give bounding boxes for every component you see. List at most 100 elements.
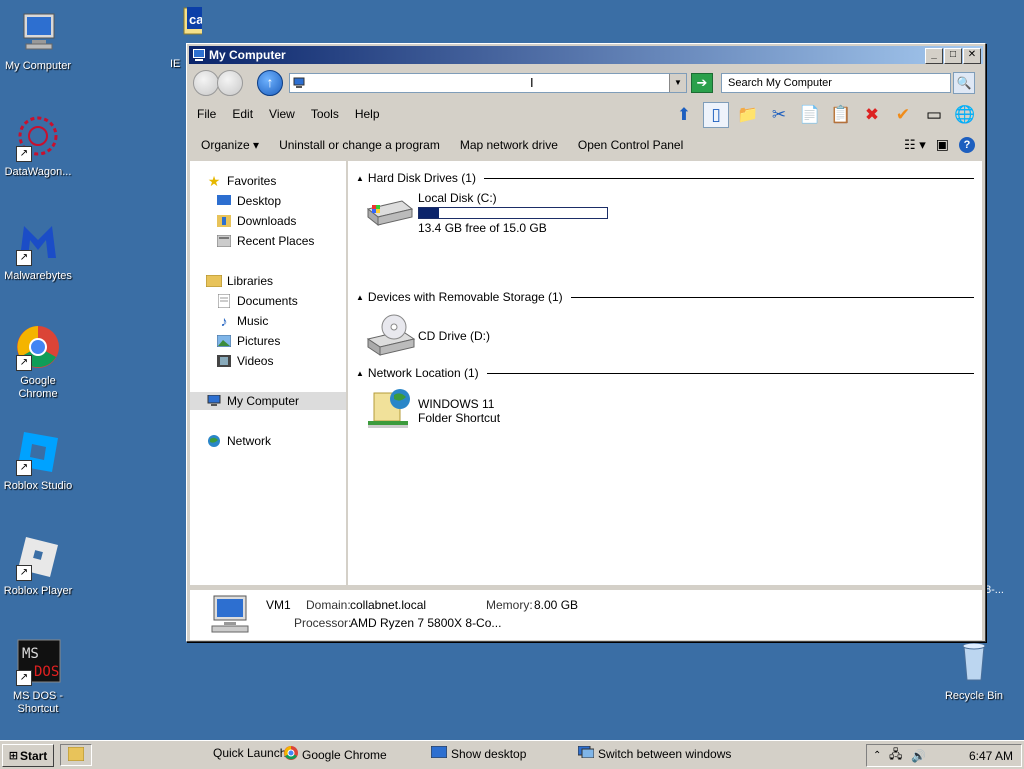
maximize-button[interactable]: □ [944, 48, 962, 64]
nav-libraries[interactable]: Libraries [206, 272, 362, 290]
drive-usage-bar [418, 207, 608, 219]
nav-label: Music [237, 314, 269, 328]
computer-icon [14, 8, 62, 56]
desktop-icon-my-computer[interactable]: My Computer [0, 8, 76, 73]
up-folder-button[interactable]: ↑ [257, 70, 283, 96]
roblox-player-icon: ↗ [14, 533, 62, 581]
minimize-button[interactable]: _ [925, 48, 943, 64]
pictures-icon [216, 333, 232, 349]
search-input[interactable]: Search My Computer [721, 73, 951, 93]
folder-options-icon[interactable]: 📁 [736, 103, 760, 127]
desktop-icon-recycle-bin[interactable]: Recycle Bin [936, 638, 1012, 703]
organize-button[interactable]: Organize ▾ [201, 138, 259, 152]
drive-c[interactable]: Local Disk (C:) 13.4 GB free of 15.0 GB [366, 191, 626, 235]
go-button[interactable]: ➔ [691, 73, 713, 93]
nav-label: Documents [237, 294, 298, 308]
text-cursor-icon: I [530, 75, 534, 90]
drive-free-space: 13.4 GB free of 15.0 GB [418, 221, 547, 235]
checkmark-icon[interactable]: ✔ [891, 103, 915, 127]
group-header-removable-storage[interactable]: ▲ Devices with Removable Storage (1) [356, 289, 974, 305]
datawagon-icon: ↗ [14, 114, 62, 162]
tray-expand-icon[interactable]: ⌃ [873, 750, 881, 761]
desktop-icon-ms-dos[interactable]: MS DOS ↗ MS DOS - Shortcut [0, 638, 76, 716]
view-options-icon[interactable]: ☷ ▾ [904, 137, 926, 153]
ms-dos-icon: MS DOS ↗ [14, 638, 62, 686]
documents-icon [216, 293, 232, 309]
menu-edit[interactable]: Edit [232, 107, 253, 121]
memory-value: 8.00 GB [534, 598, 579, 612]
computer-name: VM1 [266, 598, 291, 612]
nav-network[interactable]: Network [206, 432, 362, 450]
desktop-icon-roblox-player[interactable]: ↗ Roblox Player [0, 533, 76, 598]
menu-bar: File Edit View Tools Help [189, 102, 388, 126]
close-button[interactable]: ✕ [963, 48, 981, 64]
computer-icon [192, 48, 206, 62]
show-desktop-icon [430, 745, 448, 761]
cd-drive-icon [366, 313, 416, 362]
command-bar: Organize ▾ Uninstall or change a program… [189, 132, 983, 158]
cut-icon[interactable]: ✂ [767, 103, 791, 127]
group-divider [486, 372, 974, 374]
taskbar-item-label: Show desktop [451, 746, 527, 761]
menu-help[interactable]: Help [355, 107, 380, 121]
shortcut-arrow-icon: ↗ [16, 355, 32, 371]
clock[interactable]: 6:47 AM [969, 749, 1013, 763]
start-button[interactable]: ⊞ Start [2, 744, 54, 767]
collapse-arrow-icon: ▲ [356, 368, 364, 378]
system-tray: ⌃ 🖧 🔊 6:47 AM [866, 744, 1022, 767]
show-desktop-button[interactable]: Show desktop [430, 745, 527, 761]
menu-tools[interactable]: Tools [311, 107, 339, 121]
search-button[interactable]: 🔍 [953, 72, 975, 94]
forward-button[interactable] [217, 70, 243, 96]
network-location-windows-11[interactable]: WINDOWS 11 Folder Shortcut [366, 387, 546, 435]
map-network-drive-button[interactable]: Map network drive [460, 138, 558, 152]
nav-my-computer[interactable]: My Computer [190, 392, 346, 410]
network-tray-icon[interactable]: 🖧 [889, 745, 902, 766]
preview-pane-icon[interactable]: ▣ [936, 136, 949, 153]
back-button[interactable] [193, 70, 219, 96]
group-header-network-location[interactable]: ▲ Network Location (1) [356, 365, 974, 381]
shortcut-arrow-icon: ↗ [16, 146, 32, 162]
taskbar-explorer-button[interactable] [60, 744, 92, 766]
nav-label: Recent Places [237, 234, 315, 248]
copy-icon[interactable]: 📄 [798, 103, 822, 127]
up-arrow-icon[interactable]: ⬆ [672, 103, 696, 127]
volume-icon[interactable]: 🔊 [911, 749, 926, 763]
search-placeholder: Search My Computer [728, 77, 832, 89]
svg-text:DOS: DOS [34, 664, 59, 680]
network-location-name: WINDOWS 11 [418, 397, 495, 411]
processor-value: AMD Ryzen 7 5800X 8-Co... [350, 616, 502, 630]
menu-view[interactable]: View [269, 107, 295, 121]
properties-icon[interactable]: ▭ [922, 103, 946, 127]
desktop-icon-malwarebytes[interactable]: ↗ Malwarebytes [0, 218, 76, 283]
menu-file[interactable]: File [197, 107, 216, 121]
nav-favorites[interactable]: ★ Favorites [206, 172, 362, 190]
shortcut-arrow-icon: ↗ [16, 670, 32, 686]
windows-logo-icon: ⊞ [8, 750, 18, 762]
address-bar[interactable]: ▼ I [289, 73, 687, 93]
switch-windows-button[interactable]: Switch between windows [577, 745, 731, 761]
help-icon[interactable]: ? [959, 136, 975, 153]
network-location-type: Folder Shortcut [418, 411, 501, 425]
details-pane: VM1 Domain: collabnet.local Memory: 8.00… [190, 589, 982, 640]
desktop-icon-datawagon[interactable]: ↗ DataWagon... [0, 114, 76, 179]
desktop-icon-roblox-studio[interactable]: ↗ Roblox Studio [0, 428, 76, 493]
address-dropdown-button[interactable]: ▼ [669, 74, 686, 92]
group-header-hard-disk-drives[interactable]: ▲ Hard Disk Drives (1) [356, 170, 974, 186]
open-control-panel-button[interactable]: Open Control Panel [578, 138, 683, 152]
domain-value: collabnet.local [350, 598, 427, 612]
uninstall-program-button[interactable]: Uninstall or change a program [279, 138, 440, 152]
paste-icon[interactable]: 📋 [829, 103, 853, 127]
nav-label: Favorites [227, 174, 277, 188]
taskbar-chrome-button[interactable]: Google Chrome [284, 746, 387, 763]
drive-d[interactable]: CD Drive (D:) [366, 313, 546, 359]
globe-icon[interactable]: 🌐 [953, 103, 977, 127]
delete-icon[interactable]: ✖ [860, 103, 884, 127]
malwarebytes-icon: ↗ [14, 218, 62, 266]
folders-pane-icon[interactable]: ▯ [703, 102, 729, 128]
desktop-icon-google-chrome[interactable]: ↗ Google Chrome [0, 323, 76, 401]
roblox-studio-icon: ↗ [14, 428, 62, 476]
network-icon [206, 433, 222, 449]
group-label: Network Location (1) [367, 366, 479, 380]
title-bar[interactable]: My Computer _ □ ✕ [189, 46, 983, 64]
